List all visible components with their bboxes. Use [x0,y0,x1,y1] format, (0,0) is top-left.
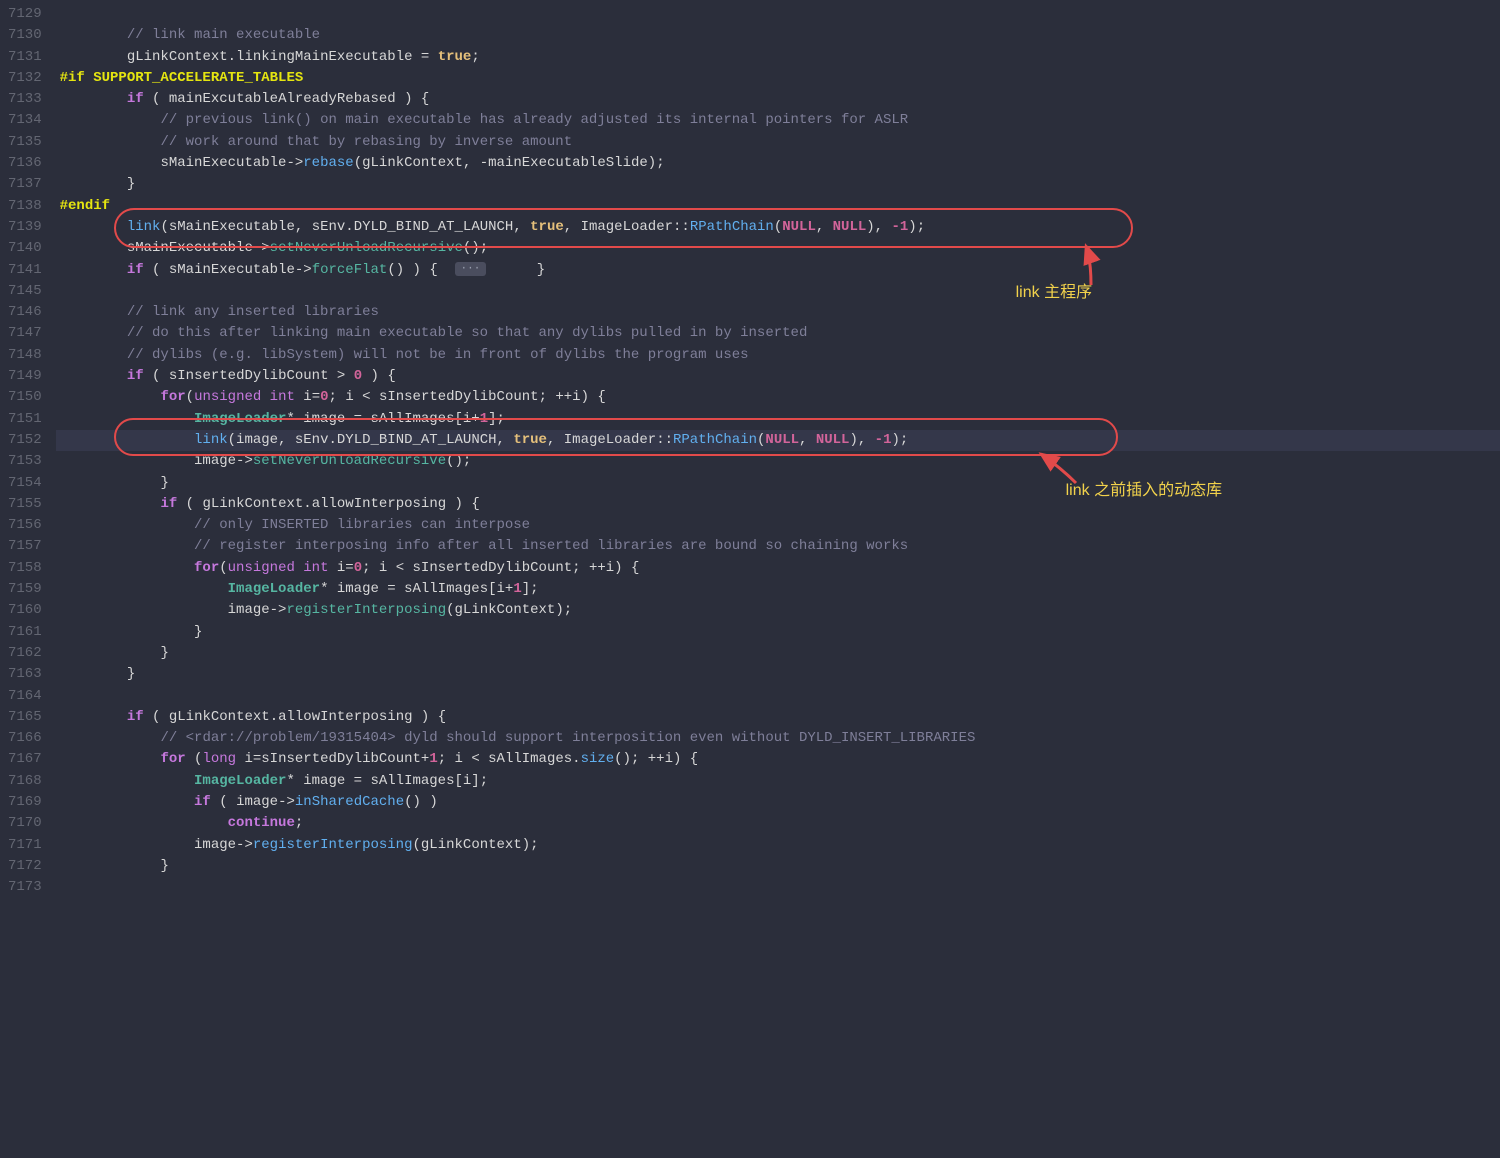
line-number: 7164 [8,686,42,707]
code-line: for(unsigned int i=0; i < sInsertedDylib… [56,387,1500,408]
code-area[interactable]: // link main executable gLinkContext.lin… [56,0,1500,1158]
line-number: 7145 [8,281,42,302]
line-number: 7162 [8,643,42,664]
code-line: image->setNeverUnloadRecursive(); [56,451,1500,472]
line-number: 7158 [8,558,42,579]
code-line: } [56,643,1500,664]
line-number: 7168 [8,771,42,792]
line-number: 7131 [8,47,42,68]
code-line [56,686,1500,707]
line-number: 7155 [8,494,42,515]
line-number: 7167 [8,749,42,770]
line-number: 7153 [8,451,42,472]
line-number: 7163 [8,664,42,685]
code-editor[interactable]: 7129713071317132713371347135713671377138… [0,0,1500,1158]
code-line: // link main executable [56,25,1500,46]
code-line: gLinkContext.linkingMainExecutable = tru… [56,47,1500,68]
code-line: } [56,856,1500,877]
code-line: if ( sInsertedDylibCount > 0 ) { [56,366,1500,387]
code-line [56,281,1500,302]
line-number: 7172 [8,856,42,877]
code-line: link(image, sEnv.DYLD_BIND_AT_LAUNCH, tr… [56,430,1500,451]
line-number: 7166 [8,728,42,749]
line-number: 7129 [8,4,42,25]
line-number: 7133 [8,89,42,110]
code-line: image->registerInterposing(gLinkContext)… [56,600,1500,621]
code-line: ImageLoader* image = sAllImages[i+1]; [56,409,1500,430]
line-gutter: 7129713071317132713371347135713671377138… [0,0,56,1158]
line-number: 7135 [8,132,42,153]
code-line: // work around that by rebasing by inver… [56,132,1500,153]
code-line: sMainExecutable->setNeverUnloadRecursive… [56,238,1500,259]
code-line: } [56,664,1500,685]
code-line: } [56,174,1500,195]
line-number: 7147 [8,323,42,344]
code-line: if ( gLinkContext.allowInterposing ) { [56,707,1500,728]
line-number: 7152 [8,430,42,451]
code-line: if ( image->inSharedCache() ) [56,792,1500,813]
code-line: // <rdar://problem/19315404> dyld should… [56,728,1500,749]
line-number: 7154 [8,473,42,494]
line-number: 7151 [8,409,42,430]
code-line: // only INSERTED libraries can interpose [56,515,1500,536]
code-line [56,877,1500,898]
line-number: 7159 [8,579,42,600]
line-number: 7160 [8,600,42,621]
line-number: 7149 [8,366,42,387]
code-line: image->registerInterposing(gLinkContext)… [56,835,1500,856]
line-number: 7138 [8,196,42,217]
code-line: if ( gLinkContext.allowInterposing ) { [56,494,1500,515]
line-number: 7134 [8,110,42,131]
code-line: continue; [56,813,1500,834]
code-line: // previous link() on main executable ha… [56,110,1500,131]
code-line: ImageLoader* image = sAllImages[i+1]; [56,579,1500,600]
line-number: 7132 [8,68,42,89]
line-number: 7137 [8,174,42,195]
line-number: 7171 [8,835,42,856]
code-line: ImageLoader* image = sAllImages[i]; [56,771,1500,792]
line-number: 7139 [8,217,42,238]
line-number: 7169 [8,792,42,813]
line-number: 7148 [8,345,42,366]
line-number: 7165 [8,707,42,728]
code-line: #if SUPPORT_ACCELERATE_TABLES [56,68,1500,89]
code-line: sMainExecutable->rebase(gLinkContext, -m… [56,153,1500,174]
line-number: 7173 [8,877,42,898]
code-line: // dylibs (e.g. libSystem) will not be i… [56,345,1500,366]
line-number: 7156 [8,515,42,536]
line-number: 7146 [8,302,42,323]
code-line: // do this after linking main executable… [56,323,1500,344]
line-number: 7150 [8,387,42,408]
code-line: // link any inserted libraries [56,302,1500,323]
code-line: #endif [56,196,1500,217]
code-line: } [56,473,1500,494]
line-number: 7170 [8,813,42,834]
line-number: 7141 [8,260,42,281]
code-line: if ( mainExcutableAlreadyRebased ) { [56,89,1500,110]
code-line: for(unsigned int i=0; i < sInsertedDylib… [56,558,1500,579]
code-line: for (long i=sInsertedDylibCount+1; i < s… [56,749,1500,770]
code-line [56,4,1500,25]
code-line: if ( sMainExecutable->forceFlat() ) { ··… [56,260,1500,281]
line-number: 7157 [8,536,42,557]
code-line: link(sMainExecutable, sEnv.DYLD_BIND_AT_… [56,217,1500,238]
line-number: 7140 [8,238,42,259]
code-line: // register interposing info after all i… [56,536,1500,557]
code-line: } [56,622,1500,643]
line-number: 7130 [8,25,42,46]
line-number: 7136 [8,153,42,174]
line-number: 7161 [8,622,42,643]
fold-indicator[interactable]: ··· [455,262,487,276]
